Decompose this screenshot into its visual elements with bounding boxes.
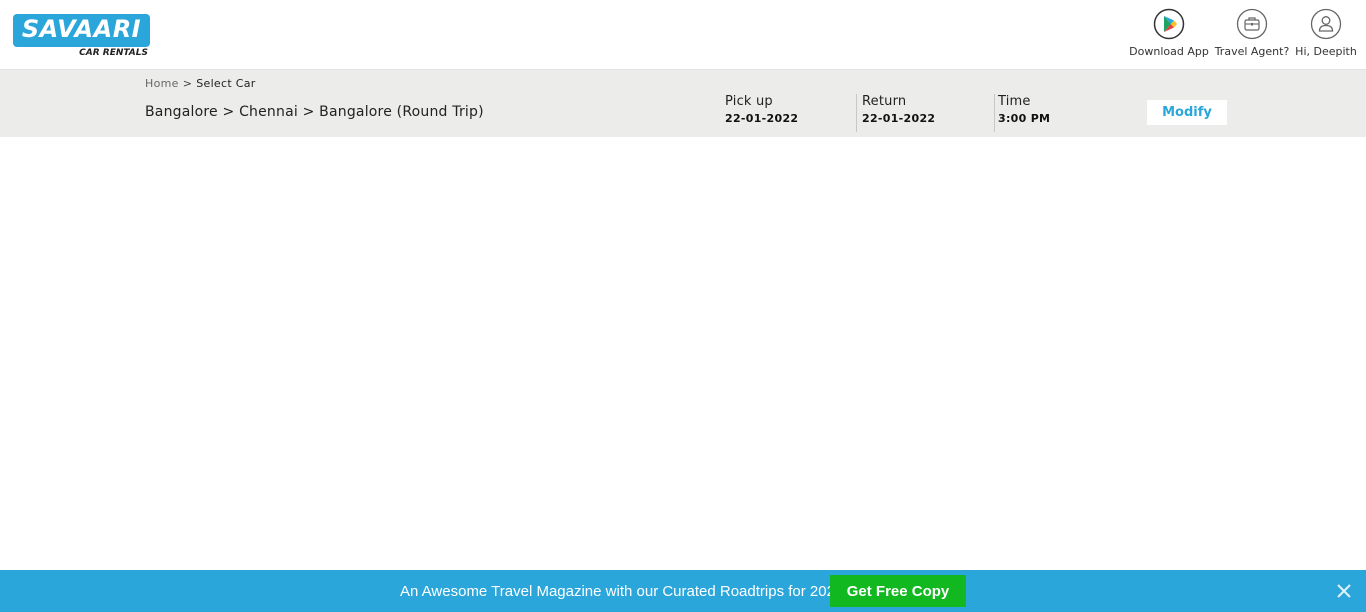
logo-subtext: CAR RENTALS: [79, 48, 148, 58]
download-app-label: Download App: [1129, 45, 1209, 58]
time-label: Time: [998, 94, 1031, 109]
divider: [856, 94, 857, 132]
download-app-link[interactable]: Download App: [1129, 8, 1209, 58]
user-account-link[interactable]: Hi, Deepith: [1293, 8, 1359, 58]
briefcase-icon: [1236, 8, 1268, 40]
time-value: 3:00 PM: [998, 112, 1051, 125]
return-date: 22-01-2022: [862, 112, 936, 125]
breadcrumb-separator: >: [182, 77, 193, 90]
return-info: Return 22-01-2022: [862, 94, 935, 132]
site-header: SAVAARI CAR RENTALS Download App Travel …: [0, 0, 1366, 70]
promo-banner: An Awesome Travel Magazine with our Cura…: [0, 570, 1366, 612]
pickup-label: Pick up: [725, 94, 773, 109]
play-store-icon: [1153, 8, 1185, 40]
pickup-date: 22-01-2022: [725, 112, 799, 125]
travel-agent-label: Travel Agent?: [1214, 45, 1290, 58]
divider: [994, 94, 995, 132]
breadcrumb-current: Select Car: [196, 77, 256, 90]
logo-text: SAVAARI: [21, 15, 142, 43]
savaari-logo[interactable]: SAVAARI CAR RENTALS: [13, 14, 150, 60]
promo-text: An Awesome Travel Magazine with our Cura…: [400, 583, 844, 600]
time-info: Time 3:00 PM: [998, 94, 1050, 132]
travel-agent-link[interactable]: Travel Agent?: [1213, 8, 1291, 58]
trip-summary-bar: Home > Select Car Bangalore > Chennai > Ba…: [0, 70, 1366, 137]
get-free-copy-button[interactable]: Get Free Copy: [830, 575, 966, 607]
return-label: Return: [862, 94, 907, 109]
trip-route: Bangalore > Chennai > Bangalore (Round T…: [145, 104, 484, 120]
breadcrumb: Home > Select Car: [145, 77, 256, 90]
breadcrumb-home[interactable]: Home: [145, 77, 179, 90]
user-greeting: Hi, Deepith: [1295, 45, 1357, 58]
modify-button[interactable]: Modify: [1147, 100, 1227, 125]
user-icon: [1310, 8, 1342, 40]
close-icon[interactable]: [1335, 582, 1353, 600]
pickup-info: Pick up 22-01-2022: [725, 94, 798, 132]
logo-box: SAVAARI: [13, 14, 150, 47]
